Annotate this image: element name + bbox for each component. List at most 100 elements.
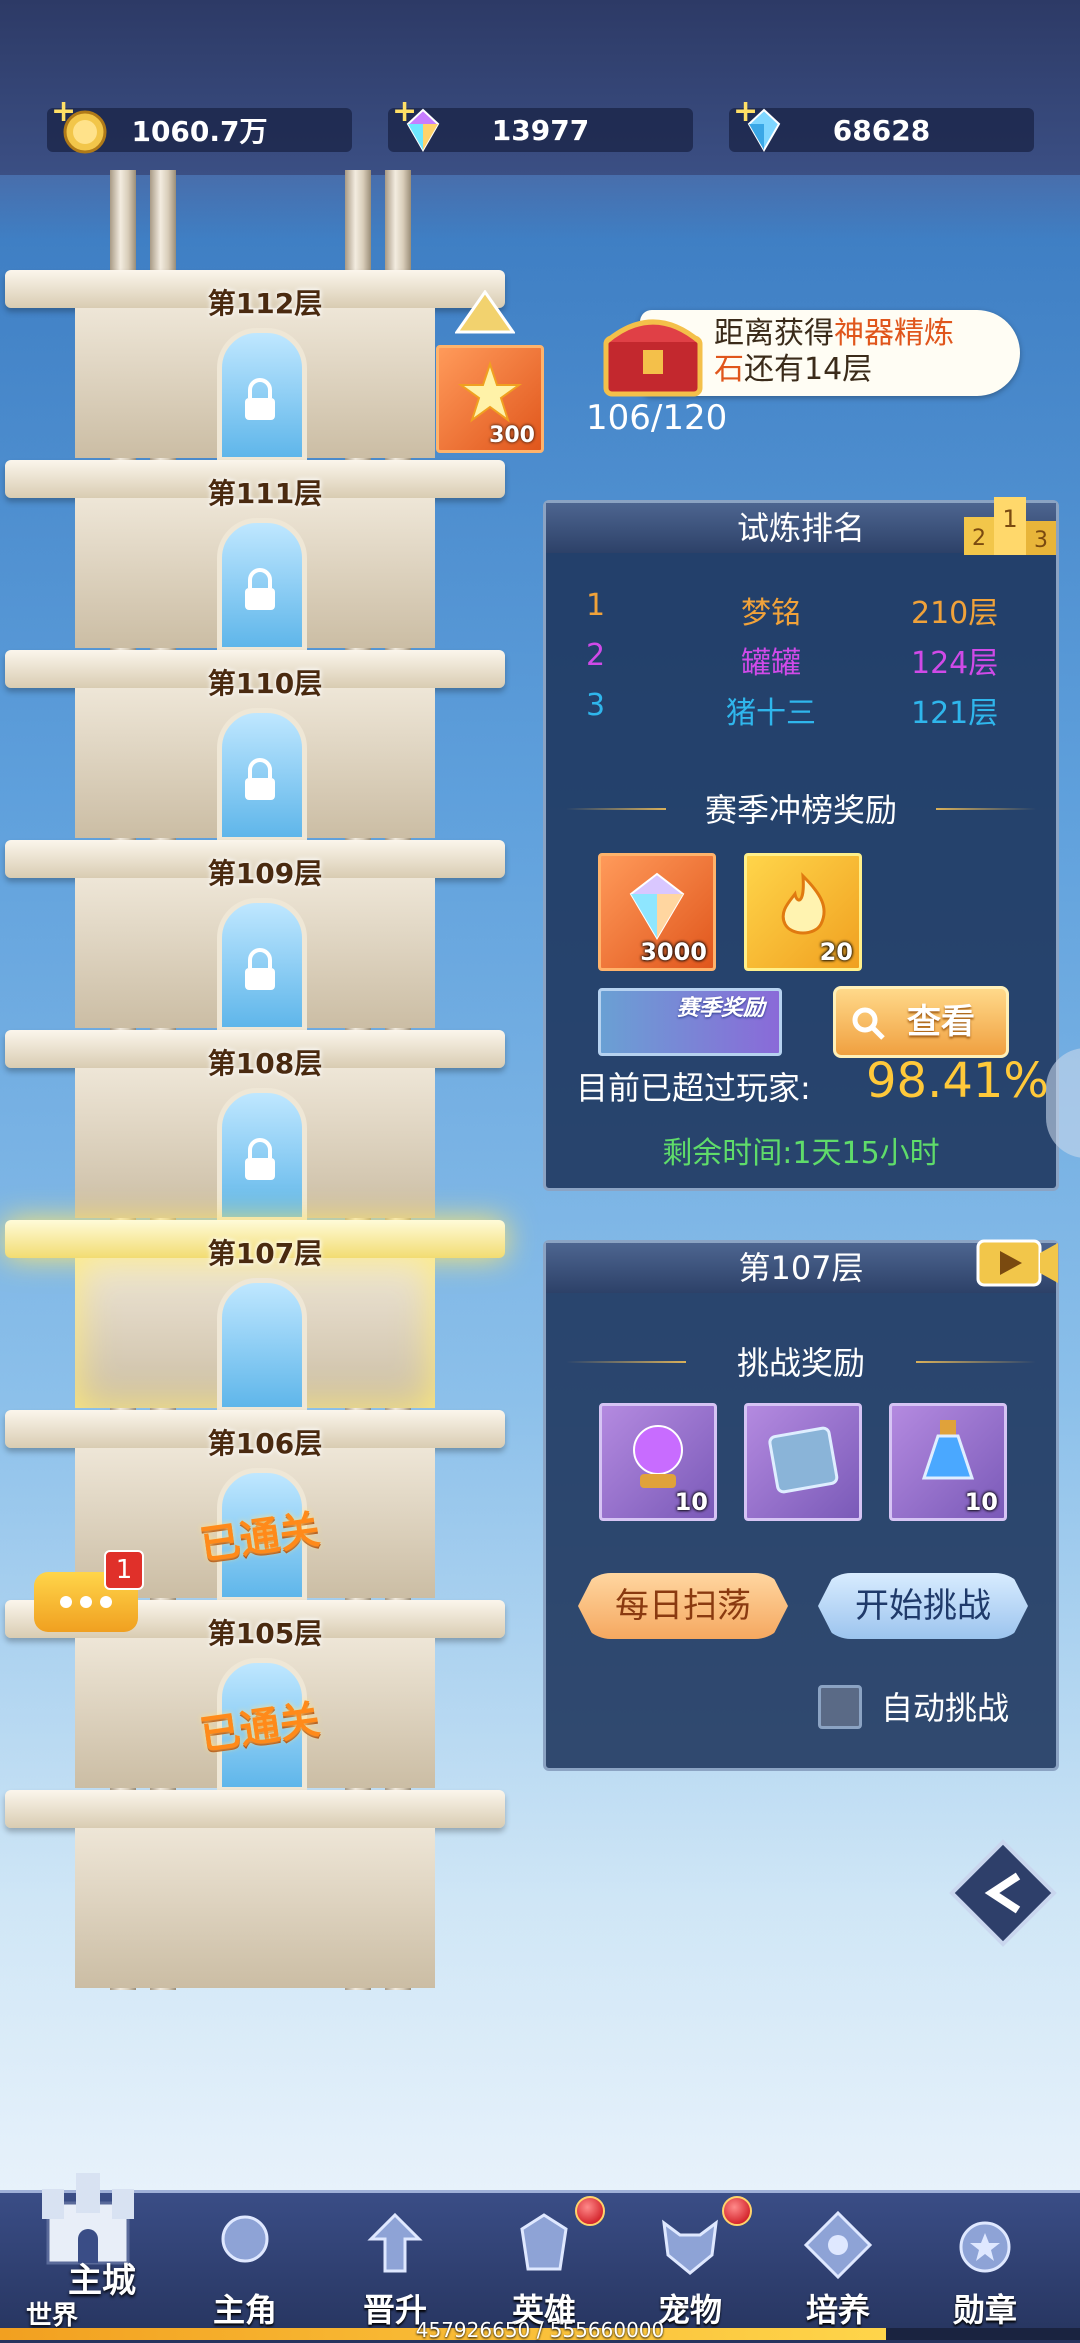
rank-player-name: 罐罐	[741, 646, 801, 681]
potion-icon	[921, 1420, 975, 1480]
tower-base	[5, 1790, 505, 1988]
view-button[interactable]: 查看	[833, 986, 1009, 1058]
daily-sweep-button[interactable]: 每日扫荡	[578, 1573, 788, 1639]
rank-number: 2	[586, 638, 606, 673]
lock-icon	[245, 948, 275, 990]
gem-amount: 13977	[491, 113, 590, 147]
floor-label: 第108层	[207, 1047, 323, 1080]
floor-label: 第111层	[207, 477, 323, 510]
pet-icon	[662, 2219, 718, 2275]
rank-player-name: 梦铭	[741, 596, 801, 631]
chat-dots-icon	[60, 1596, 112, 1608]
floor-reward-count: 300	[489, 423, 535, 448]
promotion-icon	[367, 2212, 423, 2273]
lock-icon	[245, 758, 275, 800]
ranking-panel: 试炼排名 213 1 梦铭 210层 2 罐罐 124层 3 猪十三 121层 …	[543, 497, 1059, 1191]
floor-108[interactable]: 第108层	[5, 1030, 505, 1222]
season-reward-label: 赛季奖励	[676, 996, 765, 1021]
reward-count: 3000	[640, 938, 707, 966]
view-button-label: 查看	[907, 1002, 975, 1042]
add-gem-icon[interactable]: +	[392, 94, 417, 129]
challenge-reward-title: 挑战奖励	[736, 1344, 865, 1382]
season-reward-diamond[interactable]: 3000	[598, 853, 716, 971]
lock-icon	[245, 378, 275, 420]
challenge-reward-orb[interactable]: 10	[599, 1403, 717, 1521]
chest-hint-item-end: 石	[714, 352, 744, 387]
season-reward-flame[interactable]: 20	[744, 853, 862, 971]
gold-resource[interactable]: + 1060.7万	[47, 94, 352, 154]
exp-text: 457926650 / 555660000	[415, 2318, 665, 2342]
svg-text:1: 1	[1002, 505, 1017, 533]
rank-player-name: 猪十三	[726, 696, 816, 731]
lock-icon	[245, 568, 275, 610]
season-reward-button[interactable]: 赛季奖励	[598, 988, 782, 1056]
floor-label: 第107层	[207, 1237, 323, 1270]
floor-111[interactable]: 第111层	[5, 460, 505, 652]
hero-notification-dot	[575, 2196, 605, 2226]
add-gold-icon[interactable]: +	[51, 94, 76, 129]
chest-hint: 距离获得神器精炼石还有14层	[714, 316, 1014, 388]
challenge-reward-card[interactable]	[744, 1403, 862, 1521]
warning-triangle-icon	[455, 290, 515, 334]
crystal-resource[interactable]: + 68628	[729, 94, 1034, 153]
lock-icon	[245, 1138, 275, 1180]
rank-floor: 124层	[911, 646, 999, 681]
svg-text:3: 3	[1034, 528, 1048, 553]
protagonist-icon	[221, 2215, 269, 2263]
crystal-amount: 68628	[832, 113, 931, 147]
chat-unread-badge: 1	[104, 1550, 144, 1590]
nav-train[interactable]: 培养	[778, 2203, 898, 2333]
floor-107-current[interactable]: 第107层	[5, 1220, 505, 1412]
train-icon	[803, 2210, 873, 2280]
nav-protagonist[interactable]: 主角	[185, 2203, 305, 2333]
rank-floor: 121层	[911, 696, 999, 731]
floor-door	[217, 1278, 307, 1412]
reward-count: 10	[674, 1488, 708, 1516]
back-button[interactable]	[948, 1838, 1058, 1948]
pet-notification-dot	[722, 2196, 752, 2226]
rank-number: 1	[586, 588, 606, 623]
chest-hint-suffix: 还有14层	[744, 352, 873, 387]
auto-challenge-checkbox[interactable]	[818, 1685, 862, 1729]
gold-amount: 1060.7万	[131, 115, 268, 148]
search-icon	[852, 1007, 885, 1040]
challenge-reward-potion[interactable]: 10	[889, 1403, 1007, 1521]
floor-label: 第109层	[207, 857, 323, 890]
gem-resource[interactable]: + 13977	[388, 94, 693, 153]
video-replay-icon[interactable]	[974, 1235, 1060, 1291]
chest-progress: 106/120	[586, 398, 728, 438]
floor-wall	[75, 1828, 435, 1988]
nav-medal[interactable]: 勋章	[925, 2203, 1045, 2333]
nav-promotion[interactable]: 晋升	[335, 2203, 455, 2333]
hero-icon	[520, 2213, 568, 2271]
svg-text:2: 2	[972, 526, 986, 551]
orb-icon	[633, 1425, 683, 1488]
floor-label: 第110层	[207, 667, 323, 700]
medal-icon	[959, 2221, 1011, 2273]
rank-number: 3	[586, 688, 606, 723]
podium-icon: 213	[964, 497, 1056, 555]
flame-essence-icon	[781, 872, 826, 935]
chest-hint-item: 神器精炼	[834, 316, 954, 351]
nav-main-city[interactable]: 主城 世界	[8, 2173, 168, 2333]
treasure-chest-icon[interactable]	[596, 302, 710, 402]
auto-challenge-label: 自动挑战	[881, 1689, 1010, 1727]
surpass-label: 目前已超过玩家:	[576, 1069, 811, 1107]
floor-109[interactable]: 第109层	[5, 840, 505, 1032]
floor-slab	[5, 1790, 505, 1828]
diamond-icon	[629, 872, 685, 940]
floor-label: 第112层	[207, 287, 323, 320]
floor-label: 第106层	[207, 1427, 323, 1460]
star-burst-icon	[457, 360, 523, 423]
reward-count: 20	[819, 938, 853, 966]
card-icon	[768, 1426, 839, 1494]
floor-reward-item[interactable]: 300	[436, 345, 544, 453]
floor-112[interactable]: 第112层	[5, 270, 505, 462]
add-crystal-icon[interactable]: +	[733, 94, 758, 129]
start-challenge-button[interactable]: 开始挑战	[818, 1573, 1028, 1639]
season-reward-title: 赛季冲榜奖励	[704, 791, 897, 829]
surpass-percentage: 98.41%	[866, 1053, 1050, 1109]
floor-110[interactable]: 第110层	[5, 650, 505, 842]
floor-label: 第105层	[207, 1617, 323, 1650]
chest-hint-prefix: 距离获得	[714, 316, 834, 351]
